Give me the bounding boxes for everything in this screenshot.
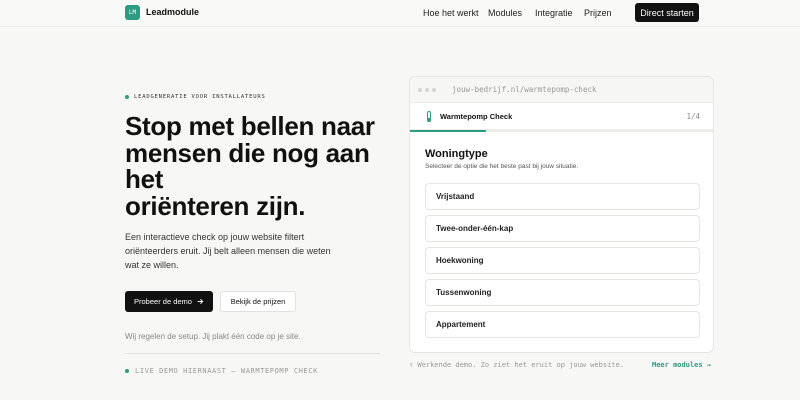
option-tussenwoning[interactable]: Tussenwoning — [425, 279, 700, 306]
question-title: Woningtype — [425, 148, 488, 160]
logo-icon[interactable]: LM — [125, 5, 140, 20]
question-subtitle: Selecteer de optie die het beste past bi… — [425, 163, 579, 170]
top-nav: LM Leadmodule Hoe het werkt Modules Inte… — [0, 0, 800, 27]
lede-line: wat ze willen. — [125, 260, 179, 270]
nav-link-modules[interactable]: Modules — [488, 8, 522, 18]
nav-link-integration[interactable]: Integratie — [535, 8, 573, 18]
accent-dot-icon — [125, 95, 129, 99]
eyebrow-text: LEADGENERATIE VOOR INSTALLATEURS — [134, 94, 266, 100]
check-title: Warmtepomp Check — [440, 112, 513, 121]
try-demo-label: Probeer de demo — [134, 297, 192, 306]
option-hoekwoning[interactable]: Hoekwoning — [425, 247, 700, 274]
demo-browser-window: jouw-bedrijf.nl/warmtepomp-check Warmtep… — [409, 76, 714, 353]
check-header: Warmtepomp Check 1/4 — [410, 104, 713, 130]
headline-line: Stop met bellen naar — [125, 111, 375, 141]
hero-lede: Een interactieve check op jouw website f… — [125, 230, 340, 272]
demo-caption: ↑ Werkende demo. Zo ziet het eruit op jo… — [409, 361, 624, 369]
option-twee-onder-een-kap[interactable]: Twee-onder-één-kap — [425, 215, 700, 242]
progress-bar — [410, 130, 713, 132]
divider — [125, 353, 380, 354]
live-demo-text: LIVE DEMO HIERNAAST — WARMTEPOMP CHECK — [135, 367, 318, 375]
progress-fill — [410, 130, 487, 132]
view-pricing-button[interactable]: Bekijk de prijzen — [220, 291, 296, 312]
step-indicator: 1/4 — [686, 112, 700, 121]
option-vrijstaand[interactable]: Vrijstaand — [425, 183, 700, 210]
eyebrow: LEADGENERATIE VOOR INSTALLATEURS — [125, 94, 266, 100]
brand-name[interactable]: Leadmodule — [146, 7, 199, 17]
hero-headline: Stop met bellen naar mensen die nog aan … — [125, 113, 385, 219]
thermometer-icon — [427, 111, 431, 122]
start-now-button[interactable]: Direct starten — [635, 3, 699, 22]
option-appartement[interactable]: Appartement — [425, 311, 700, 338]
window-dot-icon — [432, 88, 436, 92]
live-demo-label: LIVE DEMO HIERNAAST — WARMTEPOMP CHECK — [125, 367, 318, 375]
headline-line: oriënteren zijn. — [125, 190, 306, 221]
try-demo-button[interactable]: Probeer de demo — [125, 291, 213, 312]
window-dot-icon — [425, 88, 429, 92]
nav-link-pricing[interactable]: Prijzen — [584, 8, 612, 18]
headline-line: het — [125, 164, 164, 194]
window-dot-icon — [418, 88, 422, 92]
lede-line: oriënteerders eruit. Jij belt alleen men… — [125, 246, 331, 256]
headline-line: mensen die nog aan — [125, 137, 370, 168]
setup-note: Wij regelen de setup. Jij plakt één code… — [125, 332, 301, 341]
more-modules-link[interactable]: Meer modules → — [652, 361, 711, 369]
nav-link-how-it-works[interactable]: Hoe het werkt — [423, 8, 479, 18]
lede-line: Een interactieve check op jouw website f… — [125, 232, 305, 242]
browser-url: jouw-bedrijf.nl/warmtepomp-check — [452, 85, 597, 94]
arrow-right-icon — [197, 299, 204, 304]
live-dot-icon — [125, 369, 129, 373]
browser-address-bar: jouw-bedrijf.nl/warmtepomp-check — [410, 77, 713, 103]
